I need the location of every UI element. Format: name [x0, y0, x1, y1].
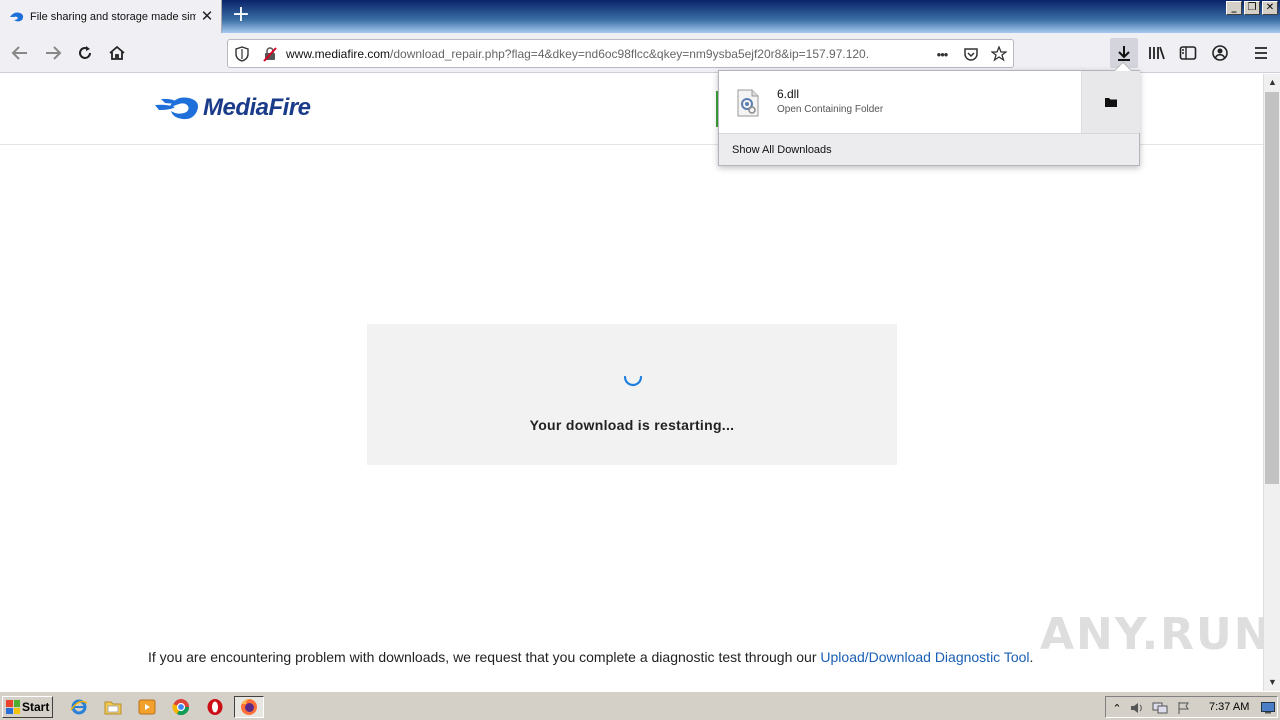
- mediafire-logo[interactable]: MediaFire: [155, 94, 311, 122]
- sidebar-button[interactable]: [1174, 40, 1202, 66]
- ie-icon[interactable]: [70, 698, 88, 716]
- volume-icon[interactable]: [1129, 700, 1145, 716]
- back-arrow-icon: [11, 46, 27, 60]
- restore-button[interactable]: ❐: [1244, 1, 1260, 15]
- media-player-icon[interactable]: [138, 698, 156, 716]
- show-all-downloads-label: Show All Downloads: [732, 144, 832, 156]
- tray-expand-icon[interactable]: ⌃: [1109, 700, 1125, 716]
- minimize-button[interactable]: _: [1226, 1, 1242, 15]
- explorer-folder-icon[interactable]: [104, 698, 122, 716]
- reload-icon: [79, 46, 91, 59]
- scroll-up-icon[interactable]: ▲: [1264, 74, 1280, 91]
- new-tab-button[interactable]: +: [230, 4, 252, 28]
- open-folder-button[interactable]: [1081, 71, 1140, 133]
- show-desktop-icon[interactable]: [1260, 700, 1276, 716]
- diagnostic-notice-end: .: [1029, 649, 1034, 665]
- shield-icon[interactable]: [234, 46, 250, 62]
- home-button[interactable]: [103, 40, 131, 66]
- logo-wordmark: MediaFire: [203, 94, 311, 121]
- address-bar[interactable]: www.mediafire.com/download_repair.php?fl…: [227, 39, 1014, 68]
- chrome-icon[interactable]: [172, 698, 190, 716]
- taskbar-clock[interactable]: 7:37 AM: [1209, 701, 1249, 713]
- page-actions-icon[interactable]: •••: [931, 46, 953, 62]
- tab-mediafire[interactable]: File sharing and storage made simple ✕: [0, 0, 222, 33]
- pocket-icon[interactable]: [963, 46, 979, 62]
- library-button[interactable]: [1143, 40, 1171, 66]
- vertical-scrollbar[interactable]: ▲ ▼: [1263, 74, 1280, 691]
- download-arrow-icon: [1118, 46, 1130, 61]
- tab-close-icon[interactable]: ✕: [199, 8, 215, 25]
- account-icon: [1212, 45, 1228, 61]
- loading-spinner-icon: [623, 375, 643, 387]
- library-icon: [1149, 46, 1165, 60]
- downloads-panel: 6.dll Open Containing Folder Show All Do…: [718, 61, 1140, 166]
- hamburger-icon: [1255, 47, 1267, 59]
- url-text[interactable]: www.mediafire.com/download_repair.php?fl…: [286, 47, 926, 61]
- firefox-icon: [241, 699, 257, 715]
- tab-title: File sharing and storage made simple: [30, 10, 196, 23]
- scroll-thumb[interactable]: [1265, 92, 1279, 484]
- page-content: MediaFire Your download is restarting...…: [0, 74, 1271, 691]
- start-button[interactable]: Start: [2, 696, 53, 718]
- opera-icon[interactable]: [206, 698, 224, 716]
- mediafire-flame-icon: [155, 97, 198, 120]
- dll-file-icon: [737, 89, 759, 117]
- show-all-downloads-button[interactable]: Show All Downloads: [719, 133, 1139, 165]
- home-icon: [109, 45, 125, 60]
- system-tray: ⌃ 7:37 AM: [1105, 696, 1278, 718]
- menu-button[interactable]: [1247, 40, 1275, 66]
- close-window-button[interactable]: ✕: [1262, 1, 1278, 15]
- start-label: Start: [22, 700, 50, 714]
- reload-button[interactable]: [71, 40, 99, 66]
- forward-arrow-icon: [46, 46, 62, 60]
- tab-strip: File sharing and storage made simple ✕ +…: [0, 0, 1280, 33]
- download-file-name: 6.dll: [777, 87, 800, 101]
- back-button[interactable]: [6, 40, 34, 66]
- download-status: Open Containing Folder: [777, 104, 884, 115]
- folder-icon: [1105, 98, 1117, 107]
- account-button[interactable]: [1206, 40, 1234, 66]
- url-path: /download_repair.php?flag=4&dkey=nd6oc98…: [390, 47, 870, 61]
- bookmark-star-icon[interactable]: [991, 46, 1007, 62]
- mediafire-favicon-icon: [9, 9, 25, 25]
- restart-message: Your download is restarting...: [529, 417, 735, 433]
- anyrun-watermark: ANY.RUN: [1040, 609, 1273, 660]
- insecure-lock-icon[interactable]: [262, 46, 278, 62]
- forward-button[interactable]: [39, 40, 67, 66]
- diagnostic-tool-link[interactable]: Upload/Download Diagnostic Tool: [820, 649, 1029, 665]
- diagnostic-notice: If you are encountering problem with dow…: [148, 649, 1033, 665]
- restart-message-box: Your download is restarting...: [367, 324, 897, 465]
- action-center-flag-icon[interactable]: [1176, 700, 1192, 716]
- url-host: www.mediafire.com: [286, 47, 391, 61]
- windows-logo-icon: [6, 700, 20, 714]
- window-controls: _ ❐ ✕: [1226, 1, 1278, 15]
- firefox-taskbar-button[interactable]: [234, 696, 264, 718]
- scroll-down-icon[interactable]: ▼: [1264, 674, 1280, 691]
- navigation-toolbar: www.mediafire.com/download_repair.php?fl…: [0, 33, 1280, 73]
- network-icon[interactable]: [1152, 700, 1168, 716]
- sidebar-icon: [1179, 46, 1197, 60]
- windows-taskbar: Start ⌃ 7:37 AM: [0, 691, 1280, 720]
- download-item[interactable]: 6.dll Open Containing Folder: [719, 71, 1081, 133]
- diagnostic-notice-text: If you are encountering problem with dow…: [148, 649, 821, 665]
